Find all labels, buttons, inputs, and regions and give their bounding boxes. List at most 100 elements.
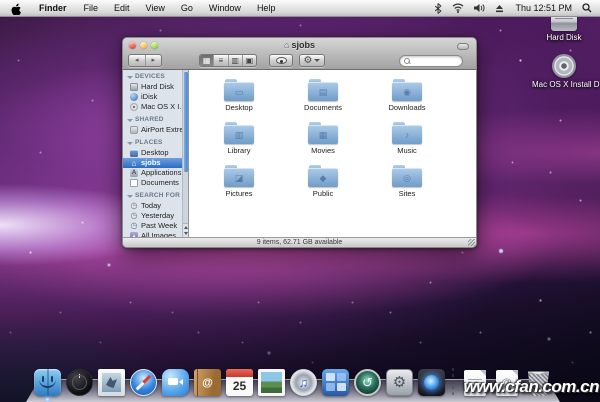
safari-compass-icon	[130, 369, 157, 396]
menu-edit[interactable]: Edit	[106, 0, 138, 17]
dock-item-front-row[interactable]	[417, 367, 446, 396]
search-input[interactable]	[410, 55, 458, 66]
window-title: ⌂ sjobs	[284, 40, 315, 50]
menu-view[interactable]: View	[138, 0, 173, 17]
spotlight-search-icon[interactable]	[578, 3, 600, 13]
sidebar-item-desktop[interactable]: Desktop	[123, 148, 182, 158]
eject-icon[interactable]	[490, 4, 509, 13]
disclosure-triangle-icon	[127, 194, 133, 198]
folder-downloads[interactable]: ◉ Downloads	[365, 79, 449, 122]
menu-bar: Finder File Edit View Go Window Help Thu…	[0, 0, 600, 17]
quick-look-button[interactable]	[269, 54, 293, 67]
airport-wifi-icon[interactable]	[447, 3, 469, 13]
address-book-icon: @	[194, 369, 221, 396]
sidebar-item-yesterday[interactable]: ◷ Yesterday	[123, 211, 182, 221]
dashboard-icon	[66, 369, 93, 396]
icon-view-button[interactable]: ▦	[200, 55, 214, 66]
dock-item-finder[interactable]	[33, 367, 62, 401]
clock-icon: ◷	[130, 211, 138, 220]
sidebar-item-hard-disk[interactable]: Hard Disk	[123, 82, 182, 92]
install-dvd-label: Mac OS X Install DVD	[532, 80, 600, 89]
desktop-icon-hard-disk[interactable]: Hard Disk	[532, 14, 596, 42]
menu-finder[interactable]: Finder	[30, 0, 76, 17]
list-view-button[interactable]: ≡	[213, 55, 227, 66]
sidebar-list: DEVICES Hard Disk iDisk Mac OS X I... SH…	[123, 70, 188, 237]
dock-item-time-machine[interactable]: ↺	[353, 367, 382, 396]
window-header[interactable]: ⌂ sjobs ◂ ▸ ▦ ≡ ▥ ▣ ⚙	[123, 38, 476, 70]
column-view-button[interactable]: ▥	[227, 55, 242, 66]
sidebar-header-devices[interactable]: DEVICES	[123, 72, 182, 82]
scrollbar-thumb[interactable]	[183, 72, 188, 172]
sidebar-item-past-week[interactable]: ◷ Past Week	[123, 221, 182, 231]
clock-icon: ◷	[130, 221, 138, 230]
folder-documents[interactable]: ▤ Documents	[281, 79, 365, 122]
menu-file[interactable]: File	[76, 0, 107, 17]
dock-item-ical[interactable]: 25	[225, 367, 254, 396]
hard-disk-label: Hard Disk	[546, 33, 582, 42]
itunes-cd-icon: ♫	[290, 369, 317, 396]
volume-icon[interactable]	[469, 3, 490, 13]
minimize-button[interactable]	[140, 42, 147, 49]
dock-item-itunes[interactable]: ♫	[289, 367, 318, 396]
dock-item-dashboard[interactable]	[65, 367, 94, 396]
sidebar-item-today[interactable]: ◷ Today	[123, 201, 182, 211]
dock-item-safari[interactable]	[129, 367, 158, 396]
dock-item-mail[interactable]	[97, 367, 126, 396]
menu-go[interactable]: Go	[173, 0, 201, 17]
sidebar-header-places[interactable]: PLACES	[123, 138, 182, 148]
folder-library[interactable]: ▥ Library	[197, 122, 281, 165]
gears-icon: ⚙	[386, 369, 413, 396]
menu-clock[interactable]: Thu 12:51 PM	[509, 3, 578, 13]
dock-item-spaces[interactable]	[321, 367, 350, 396]
scroll-up-arrow[interactable]	[184, 226, 188, 230]
resize-grip[interactable]	[468, 239, 475, 246]
zoom-button[interactable]	[151, 42, 158, 49]
menu-help[interactable]: Help	[249, 0, 284, 17]
folder-movies[interactable]: ▦ Movies	[281, 122, 365, 165]
search-icon	[404, 57, 410, 64]
menu-bar-left: Finder File Edit View Go Window Help	[0, 0, 283, 17]
movies-emblem-icon: ▦	[318, 129, 328, 140]
dock-divider	[452, 368, 454, 396]
desktop-icon-install-dvd[interactable]: Mac OS X Install DVD	[532, 54, 600, 89]
disclosure-triangle-icon	[127, 141, 133, 145]
menu-window[interactable]: Window	[201, 0, 249, 17]
apple-menu-icon[interactable]	[0, 2, 30, 15]
sidebar-item-sjobs[interactable]: ⌂ sjobs	[123, 158, 188, 168]
search-field[interactable]	[399, 54, 463, 67]
sidebar-item-applications[interactable]: A Applications	[123, 168, 182, 178]
dock-item-ichat[interactable]	[161, 367, 190, 396]
folder-pictures[interactable]: ◪ Pictures	[197, 165, 281, 208]
ical-calendar-icon: 25	[226, 369, 253, 396]
sidebar-item-install-dvd[interactable]: Mac OS X I...	[123, 102, 182, 112]
title-bar[interactable]: ⌂ sjobs	[123, 38, 476, 53]
toolbar-toggle-button[interactable]	[457, 43, 469, 50]
forward-button[interactable]: ▸	[146, 55, 162, 66]
desktop-icon	[130, 149, 138, 157]
back-button[interactable]: ◂	[129, 55, 146, 66]
folder-icon: ♪	[392, 122, 422, 144]
coverflow-view-button[interactable]: ▣	[241, 55, 256, 66]
folder-public[interactable]: ◆ Public	[281, 165, 365, 208]
applications-icon: A	[130, 169, 138, 177]
folder-music[interactable]: ♪ Music	[365, 122, 449, 165]
scroll-down-arrow[interactable]	[184, 231, 188, 235]
sidebar-header-search-for[interactable]: SEARCH FOR	[123, 191, 182, 201]
sidebar-item-documents[interactable]: Documents	[123, 178, 182, 188]
sidebar-item-airport-extreme[interactable]: AirPort Extreme	[123, 125, 182, 135]
dock-item-system-preferences[interactable]: ⚙	[385, 367, 414, 396]
running-indicator	[45, 398, 50, 401]
sidebar-header-shared[interactable]: SHARED	[123, 115, 182, 125]
folder-icon: ◪	[224, 165, 254, 187]
action-menu-button[interactable]: ⚙	[299, 54, 325, 67]
dock-item-address-book[interactable]: @	[193, 367, 222, 396]
bluetooth-icon[interactable]	[429, 2, 447, 14]
desktop-emblem-icon: ▭	[234, 86, 244, 97]
dock-item-preview[interactable]	[257, 367, 286, 396]
sidebar-scrollbar[interactable]	[182, 70, 188, 237]
close-button[interactable]	[129, 42, 136, 49]
folder-desktop[interactable]: ▭ Desktop	[197, 79, 281, 122]
folder-icon: ▭	[224, 79, 254, 101]
sidebar-item-idisk[interactable]: iDisk	[123, 92, 182, 102]
folder-sites[interactable]: ◎ Sites	[365, 165, 449, 208]
